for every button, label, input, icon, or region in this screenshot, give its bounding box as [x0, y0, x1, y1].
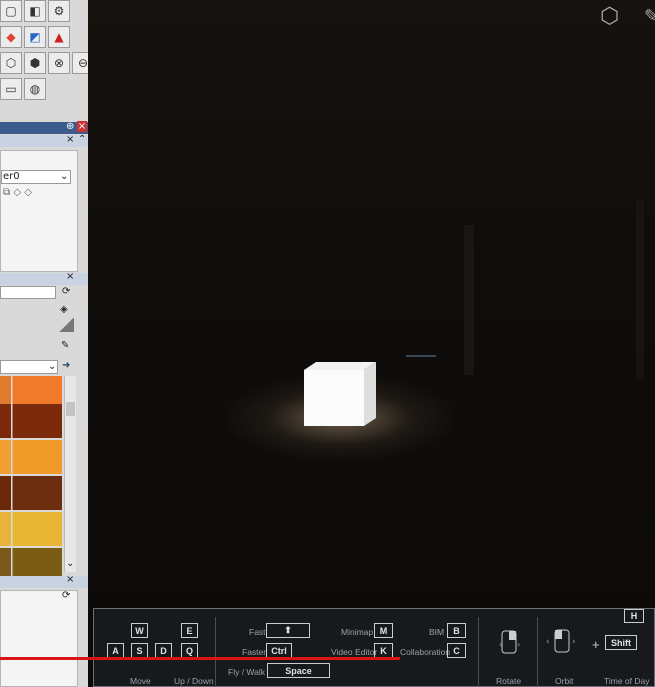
swatch-amber[interactable] [0, 440, 62, 474]
library-chevron-down-icon: ⌄ [48, 361, 57, 372]
key-w: W [131, 623, 148, 638]
toolbar-row-3: ⬡ ⬢ ⊗ ⊖ [0, 52, 88, 76]
separator-3 [537, 617, 538, 687]
lower-reset-icon[interactable]: ⟳ [62, 590, 70, 601]
label-rotate: Rotate [496, 676, 522, 686]
lower-tray-close-icon[interactable]: × [66, 574, 74, 585]
key-ctrl: Ctrl [266, 643, 292, 658]
style-wireframe-icon[interactable]: ⬡ [0, 52, 22, 74]
material-preview-icon[interactable]: ◈ [60, 304, 68, 315]
layers-panel: er0 ⌄ ⧉ ◇ ◇ [0, 150, 78, 272]
lower-tray-header [0, 576, 88, 588]
swatch-gold[interactable] [0, 512, 62, 546]
separator-2 [478, 617, 479, 687]
pin-icon[interactable]: ⊕ [66, 121, 74, 132]
label-move: Move [130, 676, 151, 686]
toolbar-row-2: ◆ ◩ ▲ [0, 26, 70, 50]
label-collaboration: Collaboration [400, 647, 451, 657]
cube-tool-icon[interactable]: ▢ [0, 0, 22, 22]
label-fast: Fast [249, 627, 266, 637]
scrollbar-thumb[interactable] [66, 402, 75, 416]
camera-icon[interactable]: ⚙ [48, 0, 70, 22]
layer-select[interactable]: er0 ⌄ [1, 170, 71, 184]
separator-1 [215, 617, 216, 687]
cube-outline-icon[interactable]: ⬡ [600, 3, 624, 31]
pen-icon[interactable]: ✎ [644, 6, 655, 27]
swatch-brown-dark[interactable] [0, 404, 62, 438]
video-progress-bar[interactable] [0, 657, 400, 660]
library-select[interactable]: ⌄ [0, 360, 58, 374]
scene-pillar-right [464, 225, 474, 375]
swatch-scrollbar[interactable]: ⌄ [64, 376, 76, 572]
geo-location-icon[interactable]: ▭ [0, 78, 22, 100]
cube-front-face [304, 370, 364, 426]
key-b: B [447, 623, 466, 638]
plus-sign: + [592, 637, 600, 652]
label-video-editor: Video Editor [331, 647, 378, 657]
key-a: A [107, 643, 124, 658]
style-textured-icon[interactable]: ⊖ [72, 52, 88, 74]
swatch-chestnut[interactable] [0, 476, 62, 510]
scene-pillar-far-right [636, 200, 644, 380]
globe-icon[interactable]: ◍ [24, 78, 46, 100]
key-m: M [374, 623, 393, 638]
lower-tray-body [0, 590, 78, 687]
reset-icon[interactable]: ⟳ [62, 286, 70, 297]
key-fast: ⬆ [266, 623, 310, 638]
key-d: D [155, 643, 172, 658]
cube-top-face [304, 362, 376, 370]
label-minimap: Minimap [341, 627, 374, 637]
key-s: S [131, 643, 148, 658]
cube-side-face [364, 362, 376, 426]
bucket-icon[interactable]: ▲ [48, 26, 70, 48]
paint-cube-icon[interactable]: ◆ [0, 26, 22, 48]
render-viewport[interactable]: ⬡ ✎ [88, 0, 655, 687]
color-box-icon[interactable]: ◩ [24, 26, 46, 48]
mouse-rotate-icon: ‹ › [494, 625, 524, 659]
label-fly-walk: Fly / Walk [228, 667, 265, 677]
chevron-down-icon: ⌄ [60, 171, 69, 182]
material-name-input[interactable] [0, 286, 56, 299]
create-material-icon[interactable] [58, 318, 74, 332]
collapse-key[interactable]: H [624, 609, 644, 623]
label-faster: Faster [242, 647, 267, 657]
toolbar-row-1: ▢ ◧ ⚙ [0, 0, 70, 24]
key-k: K [374, 643, 393, 658]
box-tool-icon[interactable]: ◧ [24, 0, 46, 22]
materials-close-icon[interactable]: × [66, 271, 74, 282]
layer-select-value: er0 [3, 171, 20, 182]
scroll-up-icon[interactable]: ⌃ [78, 134, 86, 145]
scroll-down-icon[interactable]: ⌄ [66, 558, 74, 569]
label-time-of-day: Time of Day [604, 676, 650, 686]
key-c: C [447, 643, 466, 658]
scene [304, 200, 644, 426]
layers-header [0, 135, 88, 147]
label-bim: BIM [429, 627, 445, 637]
style-hidden-icon[interactable]: ⬢ [24, 52, 46, 74]
shortcuts-overlay: H W E A S D Q Move Up / Down Fast ⬆ Fast… [93, 608, 655, 687]
scene-light-strip [406, 355, 436, 357]
toolbar-row-4: ▭ ◍ [0, 78, 46, 102]
materials-header [0, 273, 88, 285]
key-e: E [181, 623, 198, 638]
key-shift: Shift [605, 635, 637, 650]
layers-close-icon[interactable]: × [66, 134, 74, 145]
mouse-orbit-icon: ‹ › [546, 627, 580, 657]
left-panel: ▢ ◧ ⚙ ◆ ◩ ▲ ⬡ ⬢ ⊗ ⊖ ▭ ◍ ⊕ × × ⌃ er0 ⌄ ⧉ … [0, 0, 88, 687]
eyedropper-icon[interactable]: ✎ [61, 340, 69, 351]
tray-header [0, 122, 88, 134]
style-shaded-icon[interactable]: ⊗ [48, 52, 70, 74]
layer-tools-icons[interactable]: ⧉ ◇ ◇ [3, 187, 32, 198]
key-space: Space [267, 663, 330, 678]
details-arrow-icon[interactable]: ➜ [62, 360, 70, 371]
label-orbit: Orbit [555, 676, 574, 686]
label-up-down: Up / Down [174, 676, 214, 686]
key-q: Q [181, 643, 198, 658]
svg-text:‹: ‹ [546, 637, 550, 647]
close-icon[interactable]: × [77, 121, 87, 132]
svg-text:›: › [572, 637, 576, 647]
svg-text:›: › [517, 640, 520, 649]
